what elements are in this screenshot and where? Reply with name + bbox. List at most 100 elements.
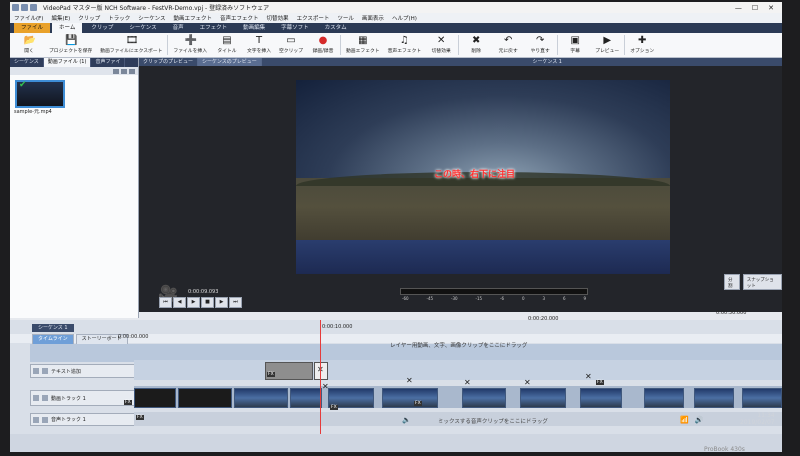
options-button[interactable]: ✚ オプション — [627, 33, 657, 54]
menu-track[interactable]: トラック — [108, 14, 130, 22]
tab-sequences[interactable]: シーケンス — [10, 58, 44, 67]
subtitle-button[interactable]: ▣ 字幕 — [560, 33, 590, 54]
tab-file[interactable]: ファイル — [14, 23, 51, 33]
tab-audio-files[interactable]: 音声ファイ — [91, 58, 126, 67]
bin-remove-icon[interactable] — [121, 68, 127, 74]
track-lock-icon[interactable] — [33, 395, 39, 401]
text-clip[interactable]: ✕ — [314, 362, 328, 380]
tab-home[interactable]: ホーム — [52, 23, 83, 33]
menu-file[interactable]: ファイル(F) — [14, 14, 43, 22]
video-clip[interactable] — [520, 388, 566, 408]
preview-scrubber[interactable] — [400, 288, 588, 295]
record-icon: ● — [318, 35, 328, 46]
video-clip[interactable] — [178, 388, 232, 408]
video-clip[interactable] — [382, 388, 438, 408]
tab-effects[interactable]: エフェクト — [193, 23, 235, 33]
tab-clip-preview[interactable]: クリップのプレビュー — [139, 58, 199, 66]
video-clip[interactable] — [644, 388, 684, 408]
app-icon — [12, 4, 19, 11]
track-mute-icon[interactable] — [42, 416, 48, 423]
insert-text-button[interactable]: T 文字を挿入 — [244, 33, 274, 54]
tab-sequence-preview[interactable]: シーケンスのプレビュー — [198, 58, 262, 66]
tab-video-files[interactable]: 動画ファイル (1) — [43, 58, 92, 67]
sequence-tab[interactable]: シーケンス 1 — [32, 324, 74, 332]
tab-video-edit[interactable]: 動画編集 — [236, 23, 272, 33]
screen: VideoPad マスター版 NCH Software - FestVR-Dem… — [10, 2, 782, 452]
menu-export[interactable]: エクスポート — [297, 14, 330, 22]
volume-icon[interactable]: 🔊 — [695, 416, 704, 424]
play-icon[interactable]: ▶ — [187, 297, 200, 308]
video-clip[interactable] — [134, 388, 176, 408]
tab-clip[interactable]: クリップ — [84, 23, 120, 33]
track-lock-icon[interactable] — [33, 416, 39, 423]
quick-undo-icon[interactable] — [30, 4, 37, 11]
prev-frame-icon[interactable]: ◀ — [173, 297, 186, 308]
next-frame-icon[interactable]: ▶ — [215, 297, 228, 308]
preview-button[interactable]: ▶ プレビュー — [592, 33, 622, 54]
delete-button[interactable]: ✖ 削除 — [461, 33, 491, 54]
blank-clip-button[interactable]: ▭ 空クリップ — [276, 33, 306, 54]
stop-icon[interactable]: ■ — [201, 297, 214, 308]
transition-button[interactable]: ✕ 切替効果 — [426, 33, 456, 54]
fx-badge: FX — [414, 401, 422, 406]
taskbar-clock[interactable]: 11:34 2019/02/07 — [740, 412, 775, 426]
record-button[interactable]: ● 録画/録音 — [308, 33, 338, 54]
snapshot-button[interactable]: スナップショット — [742, 274, 782, 290]
track-visibility-icon[interactable] — [42, 395, 48, 401]
tab-custom[interactable]: カスタム — [318, 23, 354, 33]
video-clip[interactable] — [694, 388, 734, 408]
menu-edit[interactable]: 編集(E) — [51, 14, 70, 22]
menu-sequence[interactable]: シーケンス — [138, 14, 165, 22]
timeline-tick: 0:00:10.000 — [322, 324, 353, 330]
audio-effects-button[interactable]: ♫ 音声エフェクト — [385, 33, 425, 54]
go-end-icon[interactable]: ⏭ — [229, 297, 242, 308]
quick-save-icon[interactable] — [21, 4, 28, 11]
video-clip[interactable] — [234, 388, 288, 408]
video-effects-button[interactable]: ▦ 動画エフェクト — [343, 33, 383, 54]
network-icon[interactable]: 📶 — [680, 416, 689, 424]
menu-audio-effects[interactable]: 音声エフェクト — [220, 14, 259, 22]
tab-subtitles[interactable]: 字幕ソフト — [274, 23, 316, 33]
track-name: 動画トラック 1 — [51, 395, 86, 402]
minimize-icon[interactable]: — — [735, 4, 742, 12]
transition-marker-icon[interactable]: ✕ — [464, 378, 471, 387]
transition-marker-icon[interactable]: ✕ — [524, 378, 531, 387]
video-clip[interactable] — [742, 388, 782, 408]
tab-sequence[interactable]: シーケンス — [122, 23, 163, 33]
menu-clip[interactable]: クリップ — [78, 14, 100, 22]
close-icon[interactable]: ✕ — [768, 4, 774, 12]
track-lock-icon[interactable] — [33, 368, 39, 374]
bin-add-icon[interactable] — [113, 68, 119, 74]
video-clip[interactable] — [290, 388, 322, 408]
split-button[interactable]: 分割 — [724, 274, 740, 290]
menu-video-effects[interactable]: 動画エフェクト — [174, 14, 213, 22]
track-visibility-icon[interactable] — [42, 368, 48, 374]
text-track[interactable] — [134, 360, 782, 380]
export-video-button[interactable]: 🎞 動画ファイルにエクスポート — [97, 33, 165, 54]
fx-badge: FX — [136, 415, 144, 420]
title-button[interactable]: ▤ タイトル — [212, 33, 242, 54]
tab-audio[interactable]: 音声 — [166, 23, 191, 33]
menu-tools[interactable]: ツール — [337, 14, 354, 22]
go-start-icon[interactable]: ⏮ — [159, 297, 172, 308]
media-thumbnail[interactable]: ✔ — [15, 80, 65, 108]
video-clip[interactable] — [462, 388, 506, 408]
audio-effects-icon: ♫ — [399, 35, 409, 46]
bin-view-icon[interactable] — [129, 68, 135, 74]
save-project-button[interactable]: 💾 プロジェクトを保存 — [46, 33, 95, 54]
playhead[interactable] — [320, 320, 321, 434]
transition-marker-icon[interactable]: ✕ — [585, 372, 592, 381]
menu-transitions[interactable]: 切替効果 — [267, 14, 289, 22]
transition-marker-icon[interactable]: ✕ — [406, 376, 413, 385]
maximize-icon[interactable]: ☐ — [752, 4, 758, 12]
speaker-icon: 🔈 — [402, 416, 411, 424]
menu-help[interactable]: ヘルプ(H) — [392, 14, 417, 22]
video-clip[interactable] — [580, 388, 622, 408]
menu-view[interactable]: 画面表示 — [362, 14, 384, 22]
insert-file-button[interactable]: ➕ ファイルを挿入 — [170, 33, 210, 54]
transition-marker-icon[interactable]: ✕ — [322, 382, 329, 391]
redo-button[interactable]: ↷ やり直す — [525, 33, 555, 54]
text-clip[interactable]: FX — [265, 362, 313, 380]
undo-button[interactable]: ↶ 元に戻す — [493, 33, 523, 54]
open-button[interactable]: 📂 開く — [14, 33, 44, 54]
